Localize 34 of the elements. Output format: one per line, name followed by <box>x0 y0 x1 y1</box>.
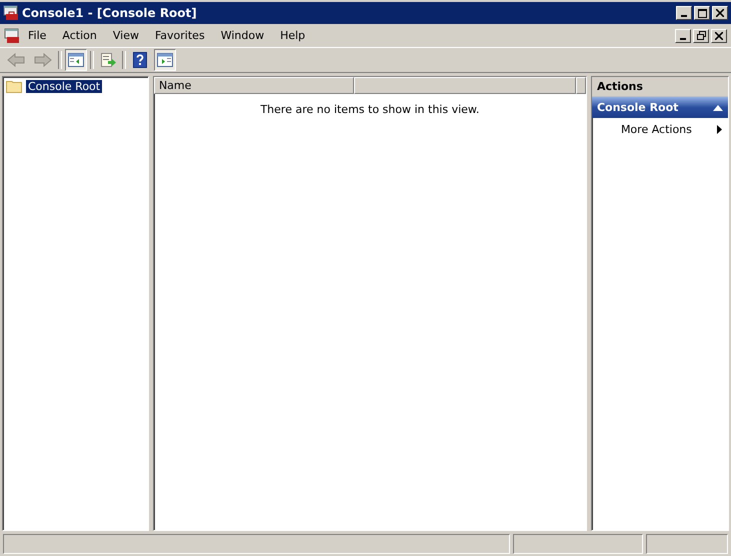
tree-item[interactable]: Console Root <box>6 79 145 93</box>
restore-button[interactable] <box>693 28 709 42</box>
menu-item[interactable]: Action <box>54 29 105 42</box>
minimize-icon <box>680 38 686 40</box>
show-tree-button[interactable] <box>65 49 87 71</box>
minimize-button[interactable] <box>675 28 691 42</box>
column-header[interactable] <box>354 77 576 94</box>
submenu-arrow-icon <box>717 125 722 134</box>
menu-item[interactable]: Favorites <box>146 29 213 42</box>
menu-item[interactable]: View <box>104 29 147 42</box>
close-icon <box>716 9 724 17</box>
folder-icon <box>6 79 22 93</box>
action-pane-button[interactable] <box>154 49 176 71</box>
console-icon[interactable] <box>4 28 20 44</box>
empty-message: There are no items to show in this view. <box>259 103 480 116</box>
menu-item[interactable]: File <box>20 29 54 42</box>
minimize-button[interactable] <box>676 6 692 20</box>
actions-header: Actions <box>592 77 728 97</box>
maximize-icon <box>698 8 706 18</box>
menu-item[interactable]: Help <box>272 29 314 42</box>
close-icon <box>715 32 723 40</box>
action-item[interactable]: More Actions <box>592 118 728 141</box>
maximize-button[interactable] <box>694 6 710 20</box>
column-header[interactable]: Name <box>154 77 354 94</box>
tree-item-label: Console Root <box>26 80 102 92</box>
console-icon <box>3 5 19 21</box>
collapse-icon <box>713 104 723 110</box>
action-group-header[interactable]: Console Root <box>592 97 728 118</box>
close-button[interactable] <box>711 28 727 42</box>
window-title: Console1 - [Console Root] <box>22 6 198 20</box>
close-button[interactable] <box>712 6 728 20</box>
restore-icon <box>696 31 706 40</box>
menu-item[interactable]: Window <box>212 29 272 42</box>
minimize-icon <box>681 15 687 17</box>
